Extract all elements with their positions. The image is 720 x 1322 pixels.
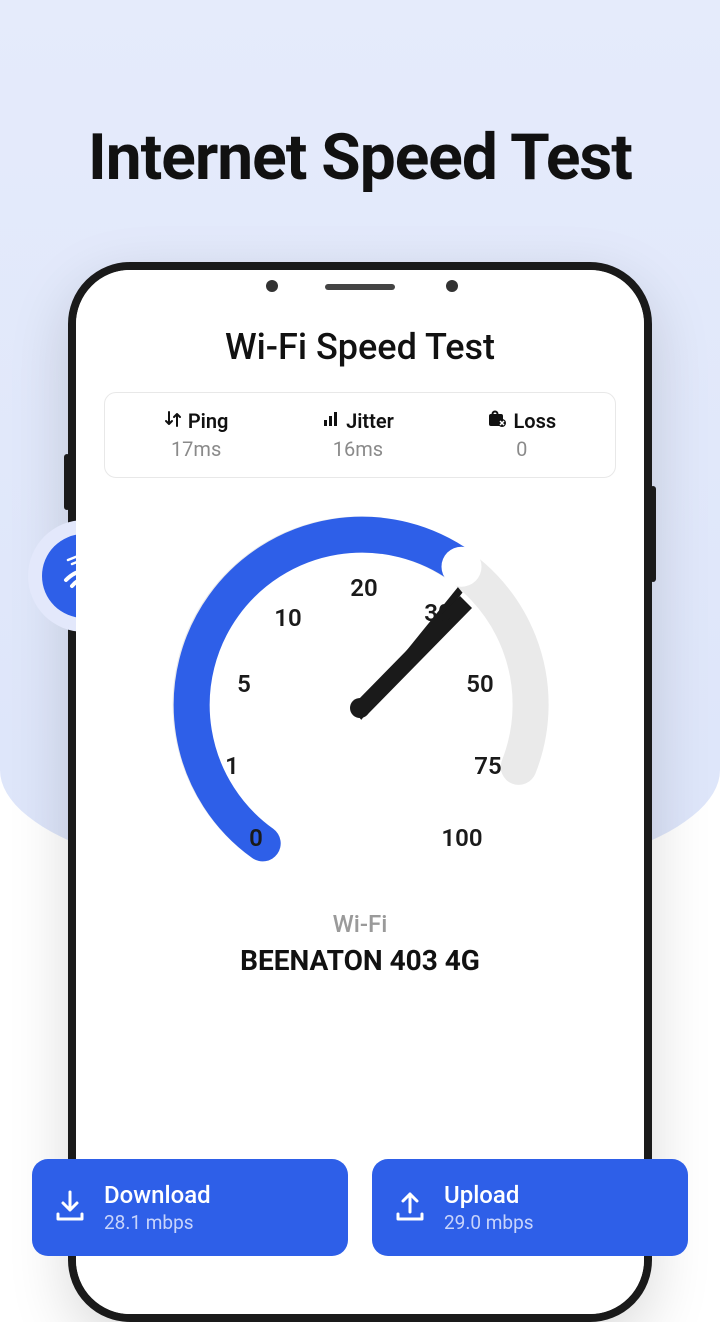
gauge-tick-3: 10 — [274, 604, 301, 632]
loss-icon — [487, 409, 507, 433]
upload-value: 29.0 mbps — [444, 1211, 534, 1234]
gauge-tick-8: 100 — [441, 824, 482, 852]
download-label: Download — [104, 1181, 211, 1209]
download-value: 28.1 mbps — [104, 1211, 211, 1234]
page-headline: Internet Speed Test — [0, 120, 720, 195]
jitter-label: Jitter — [346, 409, 394, 433]
gauge-tick-1: 1 — [225, 752, 239, 780]
download-icon — [52, 1188, 88, 1228]
stat-jitter: Jitter 16ms — [322, 409, 394, 461]
gauge-tick-5: 30 — [424, 599, 451, 627]
loss-value: 0 — [487, 437, 556, 461]
ping-value: 17ms — [164, 437, 229, 461]
gauge-tick-4: 20 — [350, 574, 377, 602]
jitter-icon — [322, 409, 340, 433]
ping-label: Ping — [188, 409, 229, 433]
gauge-tick-6: 50 — [466, 670, 493, 698]
speed-gauge: 0 1 5 10 20 30 50 75 100 — [160, 508, 560, 908]
download-card[interactable]: Download 28.1 mbps — [32, 1159, 348, 1256]
loss-label: Loss — [513, 409, 556, 433]
stats-card: Ping 17ms Jitter 16ms Loss — [104, 392, 616, 478]
gauge-tick-0: 0 — [249, 824, 263, 852]
connection-type: Wi-Fi — [104, 910, 616, 938]
upload-label: Upload — [444, 1181, 534, 1209]
stat-ping: Ping 17ms — [164, 409, 229, 461]
gauge-tick-7: 75 — [474, 752, 501, 780]
stat-loss: Loss 0 — [487, 409, 556, 461]
connection-name: BEENATON 403 4G — [104, 944, 616, 977]
gauge-tick-2: 5 — [237, 670, 251, 698]
jitter-value: 16ms — [322, 437, 394, 461]
upload-icon — [392, 1188, 428, 1228]
upload-card[interactable]: Upload 29.0 mbps — [372, 1159, 688, 1256]
ping-icon — [164, 409, 182, 433]
app-title: Wi-Fi Speed Test — [104, 326, 616, 368]
